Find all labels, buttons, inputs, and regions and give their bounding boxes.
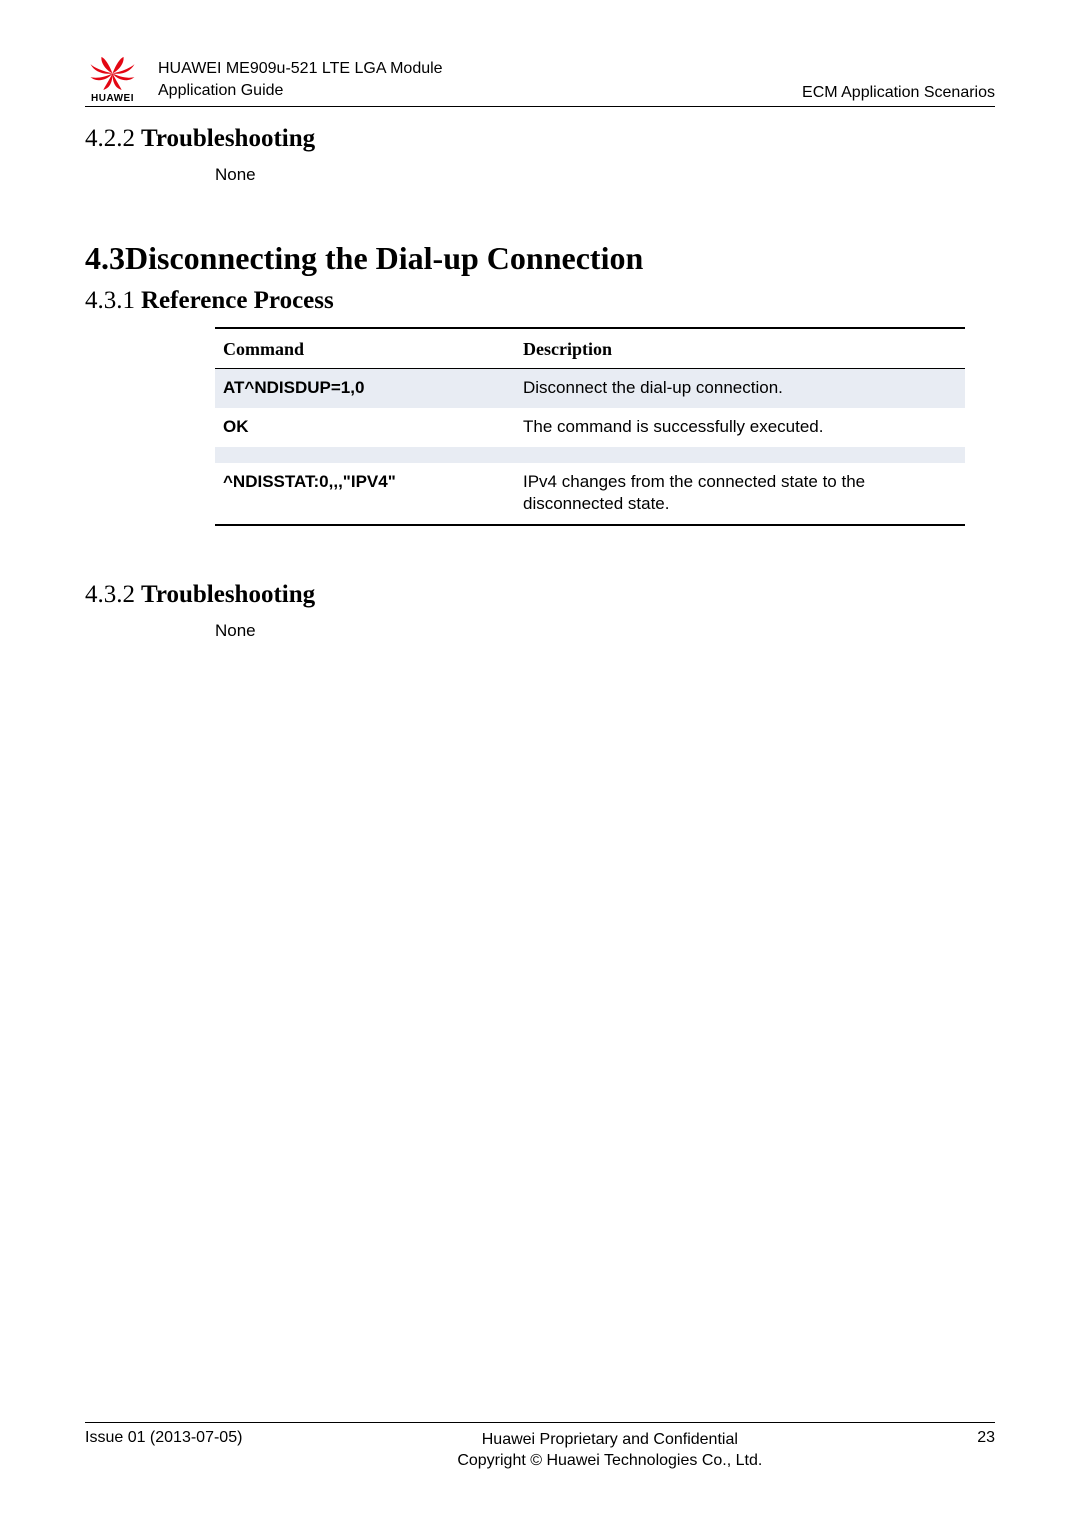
cell-command: ^NDISSTAT:0,,,"IPV4" <box>215 463 515 526</box>
heading-number: 4.3 <box>85 240 125 276</box>
heading-4-2-2: 4.2.2Troubleshooting <box>85 125 995 153</box>
cell-command: AT^NDISDUP=1,0 <box>215 368 515 407</box>
table-row: ^NDISSTAT:0,,,"IPV4" IPv4 changes from t… <box>215 463 965 526</box>
footer-line1: Huawei Proprietary and Confidential <box>242 1429 977 1451</box>
cell-command: OK <box>215 408 515 447</box>
heading-number: 4.3.2 <box>85 581 135 608</box>
cell-description: IPv4 changes from the connected state to… <box>515 463 965 526</box>
heading-4-3-2: 4.3.2Troubleshooting <box>85 581 995 609</box>
body-4-3-2: None <box>215 621 995 641</box>
page-header: HUAWEI HUAWEI ME909u-521 LTE LGA Module … <box>85 55 995 107</box>
heading-text: Troubleshooting <box>141 581 315 608</box>
table-row: OK The command is successfully executed. <box>215 408 965 447</box>
heading-number: 4.2.2 <box>85 125 135 152</box>
col-description: Description <box>515 328 965 369</box>
cell-description: Disconnect the dial-up connection. <box>515 368 965 407</box>
table-row <box>215 447 965 463</box>
heading-text: Disconnecting the Dial-up Connection <box>125 240 643 276</box>
heading-4-3-1: 4.3.1Reference Process <box>85 287 995 315</box>
footer-issue: Issue 01 (2013-07-05) <box>85 1429 242 1447</box>
reference-process-table: Command Description AT^NDISDUP=1,0 Disco… <box>215 327 965 527</box>
body-4-2-2: None <box>215 165 995 185</box>
header-title-line1: HUAWEI ME909u-521 LTE LGA Module <box>158 58 802 80</box>
logo-text: HUAWEI <box>85 93 140 104</box>
huawei-logo: HUAWEI <box>85 55 140 104</box>
heading-4-3: 4.3Disconnecting the Dial-up Connection <box>85 240 995 277</box>
footer-copyright: Huawei Proprietary and Confidential Copy… <box>242 1429 977 1472</box>
page-footer: Issue 01 (2013-07-05) Huawei Proprietary… <box>85 1422 995 1472</box>
huawei-flower-icon <box>85 55 140 92</box>
table-row: AT^NDISDUP=1,0 Disconnect the dial-up co… <box>215 368 965 407</box>
table-header-row: Command Description <box>215 328 965 369</box>
cell-description <box>515 447 965 463</box>
footer-page-number: 23 <box>977 1429 995 1447</box>
heading-number: 4.3.1 <box>85 287 135 314</box>
header-title: HUAWEI ME909u-521 LTE LGA Module Applica… <box>158 58 802 103</box>
footer-line2: Copyright © Huawei Technologies Co., Ltd… <box>242 1450 977 1472</box>
heading-text: Reference Process <box>141 287 334 314</box>
header-title-line2: Application Guide <box>158 80 802 102</box>
col-command: Command <box>215 328 515 369</box>
header-section-name: ECM Application Scenarios <box>802 84 995 104</box>
heading-text: Troubleshooting <box>141 125 315 152</box>
cell-description: The command is successfully executed. <box>515 408 965 447</box>
cell-command <box>215 447 515 463</box>
